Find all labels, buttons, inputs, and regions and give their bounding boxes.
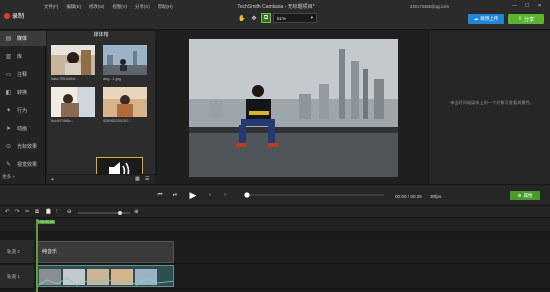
- thumb-image-4: [103, 87, 147, 117]
- scrubber-track: [244, 192, 384, 198]
- paste-icon[interactable]: 📋: [45, 209, 52, 215]
- cloud-icon: ☁: [473, 16, 479, 21]
- cut-icon[interactable]: ✂: [25, 209, 30, 215]
- sidebar-item-behaviors[interactable]: ✦ 行为: [0, 103, 46, 118]
- record-button[interactable]: 录制: [4, 11, 28, 20]
- pan-hand-icon[interactable]: ✋: [237, 13, 247, 23]
- sidebar-item-media[interactable]: ▤ 媒体: [0, 31, 46, 46]
- audio-clip[interactable]: 纯音乐: [36, 241, 174, 263]
- grid-view-icon[interactable]: ▦: [135, 176, 140, 182]
- media-thumbnail[interactable]: [51, 87, 95, 117]
- record-icon: [4, 12, 10, 19]
- preview-image: [189, 39, 398, 177]
- sidebar-item-transitions[interactable]: ◧ 转换: [0, 85, 46, 100]
- visual-effect-icon: ✎: [5, 162, 12, 168]
- canvas-toolbar: ✋ ✥ ⧉ 51% ▾: [237, 13, 317, 23]
- minimize-icon[interactable]: —: [512, 3, 517, 9]
- transition-icon: ◧: [5, 90, 12, 96]
- clip-thumbnails: [37, 269, 173, 286]
- sidebar-item-animations[interactable]: ➤ 动画: [0, 121, 46, 136]
- move-icon[interactable]: ✥: [249, 13, 259, 23]
- timeline-zoom-slider[interactable]: [78, 211, 130, 215]
- animation-icon: ➤: [5, 126, 12, 132]
- undo-icon[interactable]: ↶: [5, 209, 10, 215]
- media-label: dog...1.jpg: [103, 77, 121, 81]
- media-thumbnail[interactable]: [51, 45, 95, 75]
- window-title: TechSmith Camtasia - 无标题项目*: [237, 4, 315, 10]
- film-icon: ▤: [5, 36, 12, 42]
- video-clip[interactable]: [36, 265, 174, 287]
- crop-icon[interactable]: ⧉: [261, 13, 271, 23]
- menu-modify[interactable]: 修改(M): [89, 4, 104, 10]
- properties-hint: 单击时间轴媒体上的一个对象可查看其属性。: [450, 100, 534, 105]
- account-label[interactable]: 240173456@qq.com: [410, 4, 449, 9]
- menu-file[interactable]: 文件(F): [44, 4, 58, 10]
- zoom-select[interactable]: 51% ▾: [273, 13, 317, 23]
- media-thumbnail[interactable]: [103, 45, 147, 75]
- thumb-image-1: [51, 45, 95, 75]
- fps-readout: 30fps: [430, 194, 442, 199]
- cursor-icon: ⊙: [5, 144, 12, 150]
- thumb-image-2: [103, 45, 147, 75]
- step-back-icon[interactable]: ⏮: [155, 190, 165, 200]
- close-icon[interactable]: ✕: [537, 3, 541, 9]
- tools-sidebar: ▤ 媒体 ▥ 库 ▭ 注释 ◧ 转换 ✦ 行为 ➤ 动画 ⊙ 光标效果 ✎ 视觉效果: [0, 31, 46, 184]
- sidebar-item-cursor-effects[interactable]: ⊙ 光标效果: [0, 139, 46, 154]
- add-media-icon[interactable]: +: [51, 177, 54, 183]
- media-bin-title: 媒体箱: [93, 32, 109, 38]
- plus-icon: +: [12, 174, 16, 179]
- next-clip-icon[interactable]: ›: [220, 190, 230, 200]
- properties-panel: [428, 31, 550, 184]
- menu-bar: 文件(F) 编辑(E) 修改(M) 视图(V) 分享(S) 帮助(H): [44, 4, 173, 10]
- menu-share[interactable]: 分享(S): [135, 4, 150, 10]
- media-label: 6cc6476f8b...: [51, 119, 74, 123]
- library-icon: ▥: [5, 54, 12, 60]
- track-header[interactable]: 轨道 1: [0, 265, 34, 289]
- track-header[interactable]: 轨道 2: [0, 240, 34, 264]
- zoom-in-icon[interactable]: ⊕: [134, 209, 139, 215]
- playhead-time: 0:00:00;00: [36, 220, 55, 224]
- clip-label: 纯音乐: [42, 249, 58, 255]
- preview-canvas[interactable]: [189, 39, 398, 177]
- scrubber-knob: [244, 192, 250, 198]
- media-bin: 媒体箱 5abc7f50b5f4f... dog...1.jpg 6cc6476…: [47, 31, 155, 193]
- media-label: 426652200252...: [103, 119, 132, 123]
- behavior-icon: ✦: [5, 108, 12, 114]
- menu-view[interactable]: 视图(V): [112, 4, 127, 10]
- media-label: 5abc7f50b5f4f...: [51, 77, 79, 81]
- sidebar-item-visual-effects[interactable]: ✎ 视觉效果: [0, 157, 46, 172]
- zoom-out-icon[interactable]: ⊖: [67, 209, 72, 215]
- sidebar-item-annotations[interactable]: ▭ 注释: [0, 67, 46, 82]
- window-controls: — ☐ ✕: [512, 3, 542, 9]
- timeline-ruler[interactable]: [0, 219, 550, 231]
- list-view-icon[interactable]: ☰: [145, 176, 149, 182]
- menu-help[interactable]: 帮助(H): [158, 4, 173, 10]
- copy-icon[interactable]: ⧉: [35, 209, 39, 216]
- upload-share-button[interactable]: ☁ 微博上传: [468, 14, 504, 24]
- thumb-image-3: [51, 87, 95, 117]
- gear-icon: ⚙: [517, 192, 522, 198]
- redo-icon[interactable]: ↷: [15, 209, 20, 215]
- menu-edit[interactable]: 编辑(E): [66, 4, 81, 10]
- prev-frame-icon[interactable]: ⏯: [170, 190, 180, 200]
- maximize-icon[interactable]: ☐: [525, 3, 529, 9]
- bin-footer: + ▦ ☰: [47, 174, 155, 184]
- chevron-down-icon: ▾: [310, 15, 313, 20]
- timeline-toolbar: ↶ ↷ ✂ ⧉ 📋 ⫶ ⊖ ⊕: [0, 206, 550, 218]
- share-icon: ⇪: [517, 16, 523, 22]
- previous-clip-icon[interactable]: ‹: [205, 190, 215, 200]
- share-button[interactable]: ⇪ 分享: [508, 14, 544, 24]
- time-readout: 00:00 / 00:25: [395, 194, 422, 199]
- more-button[interactable]: 更多 +: [2, 174, 15, 180]
- zoom-slider-track: [78, 211, 130, 215]
- annotation-icon: ▭: [5, 72, 12, 78]
- properties-button[interactable]: ⚙ 属性: [510, 191, 540, 200]
- media-thumbnail[interactable]: [103, 87, 147, 117]
- playback-scrubber[interactable]: [244, 192, 384, 198]
- sidebar-item-library[interactable]: ▥ 库: [0, 49, 46, 64]
- play-button[interactable]: ▶: [186, 188, 200, 202]
- split-icon[interactable]: ⫶: [56, 209, 57, 216]
- timeline-playhead[interactable]: [36, 219, 38, 292]
